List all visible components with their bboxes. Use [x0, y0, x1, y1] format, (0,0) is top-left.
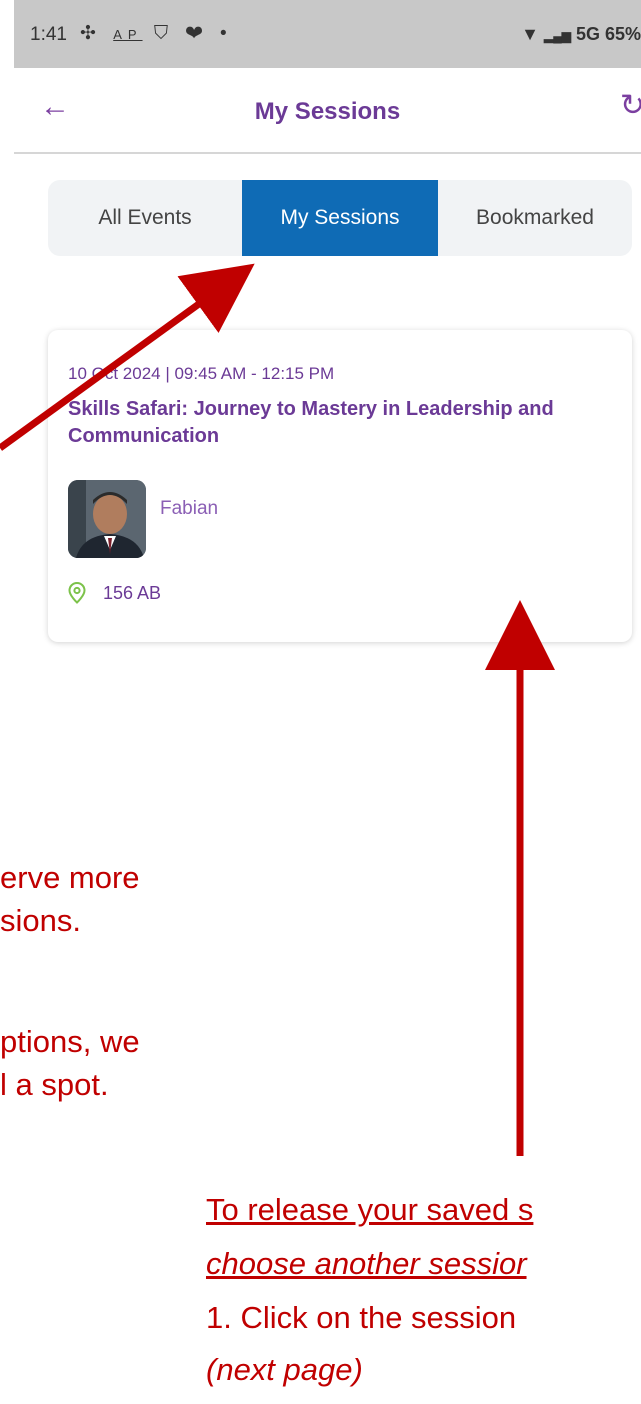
annotation-left-line-1: erve more — [0, 860, 140, 895]
annotation-bottom-line-2: choose another sessior — [206, 1246, 527, 1281]
annotation-left-line-4: l a spot. — [0, 1067, 109, 1102]
annotation-left-line-2: sions. — [0, 903, 81, 938]
annotation-bottom-line-1: To release your saved s — [206, 1192, 534, 1227]
arrow-to-my-sessions-tab — [0, 263, 255, 451]
annotation-bottom-line-3: 1. Click on the session — [206, 1300, 517, 1335]
annotation-bottom-line-4: (next page) — [206, 1352, 363, 1387]
annotation-left-line-3: ptions, we — [0, 1024, 140, 1059]
